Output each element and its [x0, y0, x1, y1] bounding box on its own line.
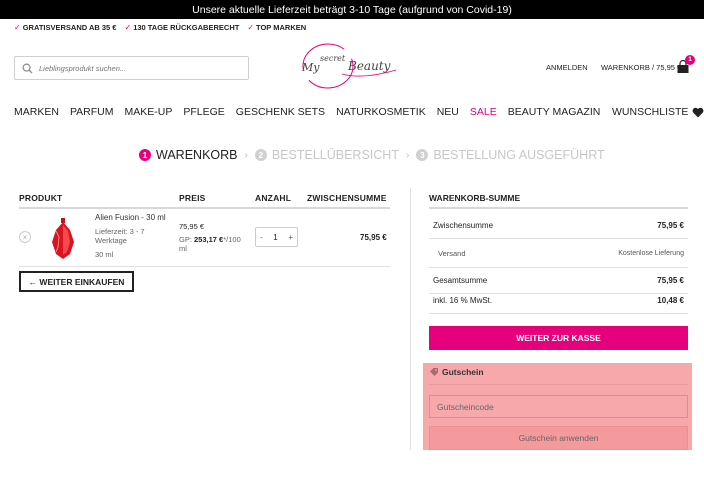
summary-title: WARENKORB-SUMME — [429, 193, 521, 203]
nav-item-beauty-magazin[interactable]: BEAUTY MAGAZIN — [508, 106, 601, 118]
base-price-label: GP: — [179, 235, 192, 244]
tag-icon — [430, 368, 438, 376]
announcement-text: Unsere aktuelle Lieferzeit beträgt 3-10 … — [192, 3, 512, 16]
svg-text:secret: secret — [320, 54, 346, 63]
base-price: GP: 253,17 €*/100 ml — [179, 235, 249, 253]
product-price: 75,95 € — [179, 222, 205, 231]
check-icon: ✓ — [124, 22, 132, 32]
column-divider — [410, 188, 411, 450]
summary-label: Versand — [438, 249, 466, 258]
wishlist-link[interactable]: WUNSCHLISTE — [612, 106, 704, 118]
step-label: BESTELLUNG AUSGEFÜHRT — [433, 148, 605, 162]
cart-link[interactable]: WARENKORB / 75,95 € — [601, 63, 681, 72]
chevron-right-icon: › — [244, 149, 248, 161]
qty-value[interactable]: 1 — [273, 233, 277, 242]
proceed-to-checkout-button[interactable]: WEITER ZUR KASSE — [429, 326, 688, 350]
quantity-stepper[interactable]: - 1 + — [255, 227, 298, 247]
announcement-bar: Unsere aktuelle Lieferzeit beträgt 3-10 … — [0, 0, 704, 19]
summary-label: Gesamtsumme — [433, 276, 488, 285]
summary-label: inkl. 16 % MwSt. — [433, 296, 493, 305]
main-nav: MARKEN PARFUM MAKE-UP PFLEGE GESCHENK SE… — [14, 106, 600, 118]
summary-row-tax: inkl. 16 % MwSt. 10,48 € — [429, 288, 688, 314]
svg-text:Beauty: Beauty — [347, 59, 391, 73]
coupon-title[interactable]: Gutschein — [429, 367, 484, 377]
summary-header-divider — [429, 207, 688, 209]
checkout-steps: 1 WARENKORB › 2 BESTELLÜBERSICHT › 3 BES… — [139, 148, 605, 162]
usp-item: ✓ GRATISVERSAND AB 35 € — [14, 22, 117, 32]
summary-value: Kostenlose Lieferung — [618, 250, 684, 257]
search-icon — [22, 63, 33, 74]
apply-coupon-button[interactable]: Gutschein anwenden — [429, 426, 688, 450]
nav-item-geschenk-sets[interactable]: GESCHENK SETS — [236, 106, 325, 118]
nav-item-sale[interactable]: SALE — [470, 106, 497, 118]
chevron-right-icon: › — [405, 149, 410, 161]
cart-count-badge: 1 — [685, 55, 695, 65]
step-label: BESTELLÜBERSICHT — [271, 148, 399, 162]
nav-item-pflege[interactable]: PFLEGE — [183, 106, 224, 118]
check-icon: ✓ — [14, 22, 21, 32]
usp-bar: ✓ GRATISVERSAND AB 35 € ✓ 130 TAGE RÜCKGAB… — [14, 21, 306, 33]
step-number: 2 — [254, 149, 267, 161]
product-delivery-time: Lieferzeit: 3 - 7 Werktage — [95, 227, 145, 245]
item-subtotal: 75,95 € — [360, 233, 387, 242]
summary-value: 10,48 € — [657, 296, 684, 305]
coupon-title-label: Gutschein — [442, 367, 484, 377]
wishlist-label: WUNSCHLISTE — [612, 106, 689, 118]
step-done: 3 BESTELLUNG AUSGEFÜHRT — [416, 148, 605, 162]
col-header-qty: ANZAHL — [255, 193, 292, 203]
nav-item-make-up[interactable]: MAKE-UP — [125, 106, 173, 118]
summary-row-subtotal: Zwischensumme 75,95 € — [429, 213, 688, 239]
summary-value: 75,95 € — [657, 276, 684, 285]
remove-item-button[interactable]: × — [19, 231, 31, 243]
svg-text:My: My — [301, 61, 320, 74]
login-link[interactable]: ANMELDEN — [546, 63, 588, 72]
usp-item: ✓ TOP MARKEN — [247, 22, 307, 32]
search-box[interactable] — [14, 56, 249, 80]
heart-icon — [693, 107, 704, 117]
search-input[interactable] — [39, 63, 229, 73]
col-header-price: PREIS — [179, 193, 206, 203]
qty-plus-button[interactable]: + — [288, 233, 293, 242]
table-header-divider — [19, 207, 390, 209]
step-label: WARENKORB — [156, 148, 238, 162]
product-size: 30 ml — [95, 250, 114, 259]
summary-row-shipping: Versand Kostenlose Lieferung — [429, 240, 688, 268]
brand-logo[interactable]: My secret Beauty — [296, 40, 406, 92]
coupon-code-input[interactable]: Gutscheincode — [429, 395, 688, 418]
continue-shopping-button[interactable]: ← WEITER EINKAUFEN — [19, 271, 134, 292]
step-number: 3 — [416, 149, 429, 161]
nav-item-parfum[interactable]: PARFUM — [70, 106, 114, 118]
step-number: 1 — [139, 149, 151, 161]
step-overview: 2 BESTELLÜBERSICHT — [254, 148, 399, 162]
coupon-divider — [429, 384, 688, 385]
col-header-product: PRODUKT — [19, 193, 63, 203]
qty-minus-button[interactable]: - — [260, 233, 263, 242]
nav-item-marken[interactable]: MARKEN — [14, 106, 59, 118]
col-header-subtotal: ZWISCHENSUMME — [307, 193, 387, 203]
table-row-divider — [19, 266, 390, 267]
nav-item-neu[interactable]: NEU — [437, 106, 459, 118]
nav-item-naturkosmetik[interactable]: NATURKOSMETIK — [336, 106, 426, 118]
usp-item: ✓ 130 TAGE RÜCKGABERECHT — [124, 22, 240, 32]
summary-value: 75,95 € — [657, 221, 684, 230]
product-name[interactable]: Alien Fusion - 30 ml — [95, 213, 166, 222]
summary-label: Zwischensumme — [433, 221, 494, 230]
base-price-value: 253,17 € — [194, 235, 224, 244]
product-image[interactable] — [48, 217, 78, 261]
check-icon: ✓ — [247, 22, 255, 32]
step-cart: 1 WARENKORB — [139, 148, 238, 162]
